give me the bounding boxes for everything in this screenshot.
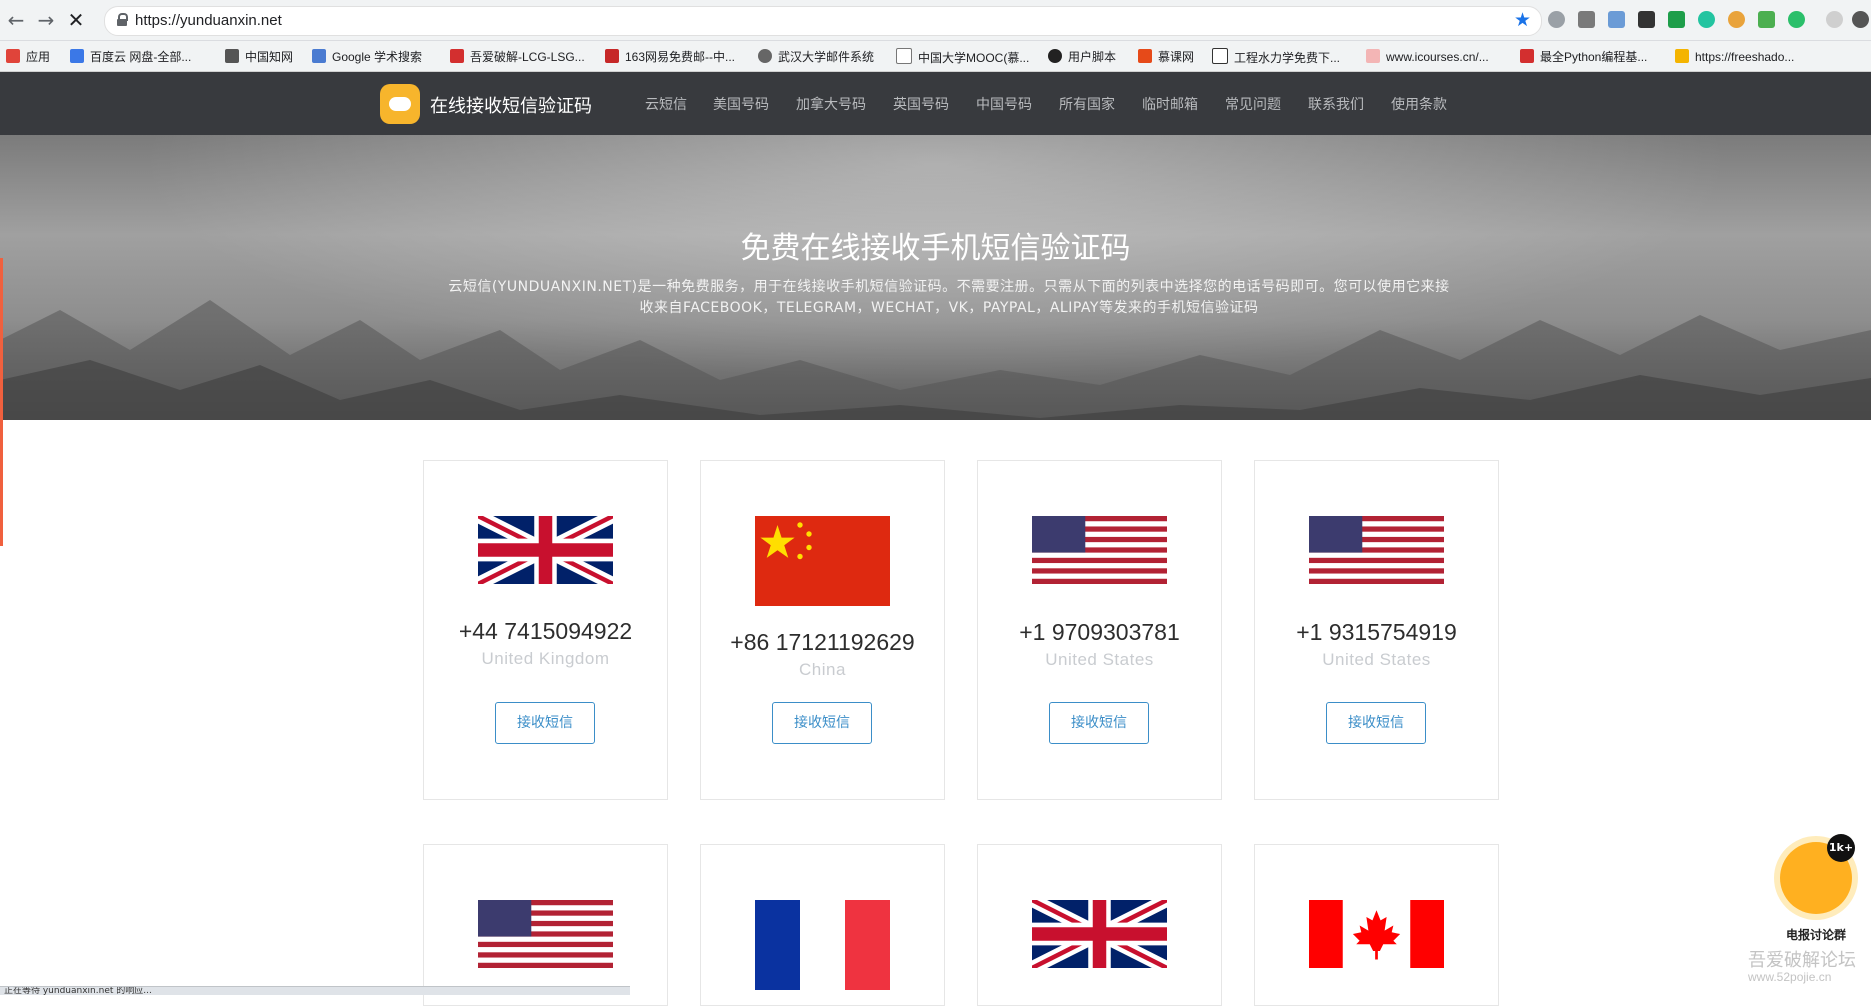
watermark: 吾爱破解论坛 (1748, 950, 1856, 971)
bookmark-item[interactable]: 百度云 网盘-全部... (70, 48, 191, 66)
country-name: United States (1322, 650, 1431, 669)
extension-icon[interactable] (1728, 11, 1745, 28)
extension-icon[interactable] (1548, 11, 1565, 28)
extension-icon[interactable] (1638, 11, 1655, 28)
nav-item[interactable]: 加拿大号码 (796, 94, 866, 114)
receive-sms-button[interactable]: 接收短信 (772, 702, 872, 744)
us-flag-icon (478, 900, 613, 968)
watermark-url: www.52pojie.cn (1748, 970, 1832, 984)
extension-icon[interactable] (1698, 11, 1715, 28)
uk-flag-icon (478, 516, 613, 584)
stop-loading-icon[interactable]: ✕ (64, 8, 88, 32)
nav-item[interactable]: 所有国家 (1059, 94, 1115, 114)
nav-item[interactable]: 常见问题 (1225, 94, 1281, 114)
browser-toolbar: ← → ✕ https://yunduanxin.net ★ (0, 0, 1871, 41)
url-text: https://yunduanxin.net (135, 12, 282, 29)
bookmark-item[interactable]: 中国知网 (225, 48, 293, 66)
bookmark-item[interactable]: 吾爱破解-LCG-LSG... (450, 48, 585, 66)
bookmarks-bar: 应用 百度云 网盘-全部... 中国知网 Google 学术搜索 吾爱破解-LC… (0, 41, 1871, 72)
extension-icon[interactable] (1788, 11, 1805, 28)
phone-number: +1 9709303781 (1019, 619, 1180, 645)
bookmark-item[interactable]: 用户脚本 (1048, 48, 1116, 66)
number-card[interactable]: +1 9315754919 United States 接收短信 (1254, 460, 1499, 800)
country-name: United Kingdom (481, 649, 610, 668)
bookmark-item[interactable]: www.icourses.cn/... (1366, 48, 1489, 66)
canada-flag-icon (1309, 900, 1444, 968)
profile-avatar-icon[interactable] (1826, 11, 1843, 28)
logo-icon[interactable] (380, 84, 420, 124)
nav-item[interactable]: 联系我们 (1308, 94, 1364, 114)
telegram-group-label[interactable]: 电报讨论群 (1786, 926, 1846, 943)
site-header: 在线接收短信验证码 云短信 美国号码 加拿大号码 英国号码 中国号码 所有国家 … (0, 72, 1871, 135)
bookmark-item[interactable]: 最全Python编程基... (1520, 48, 1647, 66)
number-card[interactable] (1254, 844, 1499, 1006)
bookmark-star-icon[interactable]: ★ (1514, 9, 1531, 31)
number-card[interactable] (977, 844, 1222, 1006)
hero-banner: 免费在线接收手机短信验证码 云短信(YUNDUANXIN.NET)是一种免费服务… (0, 135, 1871, 420)
bookmark-item[interactable]: Google 学术搜索 (312, 48, 422, 66)
extension-icon[interactable] (1578, 11, 1595, 28)
france-flag-icon (755, 900, 890, 990)
number-card[interactable]: +86 17121192629 China 接收短信 (700, 460, 945, 800)
number-card[interactable]: +44 7415094922 United Kingdom 接收短信 (423, 460, 668, 800)
hero-desc-line1: 云短信(YUNDUANXIN.NET)是一种免费服务，用于在线接收手机短信验证码… (448, 279, 1450, 295)
uk-flag-icon (1032, 900, 1167, 968)
hero-desc-line2: 收来自FACEBOOK，TELEGRAM，WECHAT，VK，PAYPAL，AL… (639, 300, 1259, 316)
number-card[interactable] (423, 844, 668, 1006)
accent-line (0, 258, 3, 546)
bookmark-item[interactable]: 武汉大学邮件系统 (758, 48, 874, 66)
extension-icon[interactable] (1668, 11, 1685, 28)
receive-sms-button[interactable]: 接收短信 (1049, 702, 1149, 744)
bookmark-item[interactable]: 慕课网 (1138, 48, 1194, 66)
nav-item[interactable]: 美国号码 (713, 94, 769, 114)
receive-sms-button[interactable]: 接收短信 (495, 702, 595, 744)
nav-item[interactable]: 中国号码 (976, 94, 1032, 114)
phone-number: +44 7415094922 (458, 618, 633, 644)
receive-sms-button[interactable]: 接收短信 (1326, 702, 1426, 744)
nav-item[interactable]: 云短信 (645, 94, 687, 114)
nav-item[interactable]: 使用条款 (1391, 94, 1447, 114)
number-card[interactable]: +1 9709303781 United States 接收短信 (977, 460, 1222, 800)
country-name: United States (1045, 650, 1154, 669)
number-card[interactable] (700, 844, 945, 1006)
bookmark-item[interactable]: 中国大学MOOC(慕... (896, 48, 1029, 66)
extension-icon[interactable] (1608, 11, 1625, 28)
back-arrow-icon[interactable]: ← (4, 8, 28, 32)
browser-status-bar: 正在等待 yunduanxin.net 的响应... (0, 986, 630, 995)
bookmark-item[interactable]: 工程水力学免费下... (1212, 48, 1340, 66)
forward-arrow-icon[interactable]: → (34, 8, 58, 32)
profile-icon[interactable] (1852, 11, 1869, 28)
extension-icon[interactable] (1758, 11, 1775, 28)
site-brand[interactable]: 在线接收短信验证码 (430, 92, 592, 118)
lock-icon (117, 13, 128, 26)
china-flag-icon (755, 516, 890, 606)
hero-title: 免费在线接收手机短信验证码 (740, 231, 1131, 266)
country-name: China (799, 660, 846, 679)
phone-number: +86 17121192629 (730, 629, 915, 655)
bookmark-item[interactable]: https://freeshado... (1675, 48, 1794, 66)
bookmark-item[interactable]: 应用 (6, 48, 50, 66)
us-flag-icon (1309, 516, 1444, 584)
notification-badge: 1k+ (1827, 834, 1855, 862)
hero-description: 云短信(YUNDUANXIN.NET)是一种免费服务，用于在线接收手机短信验证码… (388, 277, 1510, 319)
bookmark-item[interactable]: 163网易免费邮--中... (605, 48, 735, 66)
phone-number: +1 9315754919 (1296, 619, 1457, 645)
nav-item[interactable]: 英国号码 (893, 94, 949, 114)
nav-item[interactable]: 临时邮箱 (1142, 94, 1198, 114)
address-bar[interactable]: https://yunduanxin.net ★ (104, 6, 1542, 36)
us-flag-icon (1032, 516, 1167, 584)
